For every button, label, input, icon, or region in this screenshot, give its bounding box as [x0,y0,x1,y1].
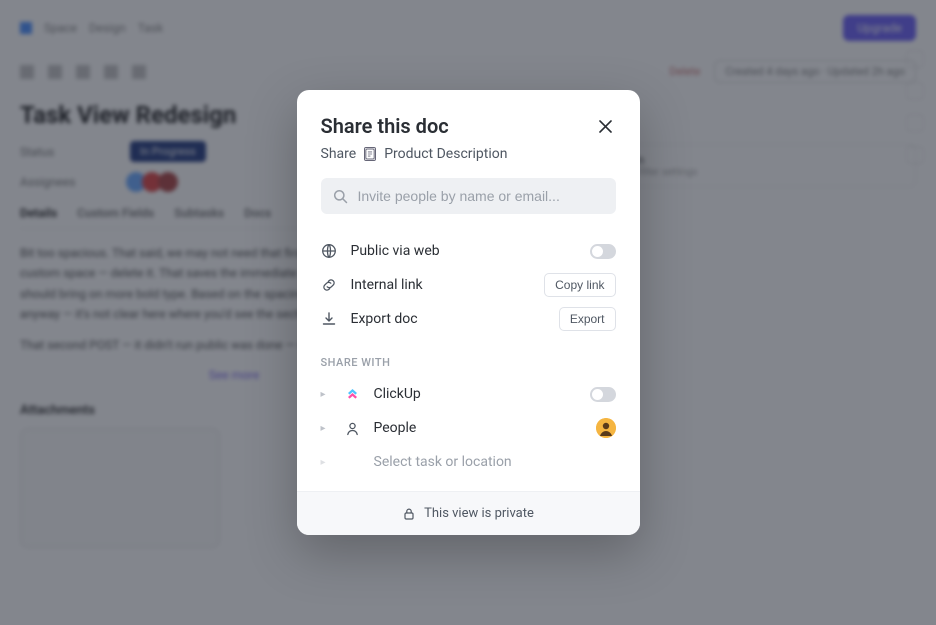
share-target-label: ClickUp [374,386,576,402]
globe-icon [321,243,337,259]
avatar [596,418,616,438]
close-button[interactable] [596,116,616,136]
clickup-toggle[interactable] [590,387,616,402]
share-with-heading: SHARE WITH [321,356,616,369]
share-target-people[interactable]: ▸ People [321,411,616,445]
export-doc-label: Export doc [351,311,545,327]
modal-footer: This view is private [297,491,640,535]
lock-icon [402,507,416,521]
modal-footer-text: This view is private [424,506,534,521]
clickup-icon [345,387,360,402]
modal-subtitle-prefix: Share [321,146,357,162]
modal-subtitle-doc: Product Description [384,146,507,162]
public-via-web-row: Public via web [321,234,616,268]
doc-icon [364,147,376,161]
invite-search[interactable] [321,178,616,214]
person-icon [345,421,360,436]
modal-overlay[interactable]: Share this doc Share Product Description… [0,0,936,625]
chevron-right-icon: ▸ [321,457,331,468]
link-icon [321,277,337,293]
modal-title: Share this doc [321,114,449,138]
select-task-placeholder: Select task or location [374,454,616,470]
public-via-web-label: Public via web [351,243,576,259]
internal-link-row: Internal link Copy link [321,268,616,302]
search-icon [333,189,348,204]
chevron-right-icon: ▸ [321,389,331,400]
download-icon [321,311,337,327]
export-doc-row: Export doc Export [321,302,616,336]
close-icon [599,120,612,133]
chevron-right-icon: ▸ [321,423,331,434]
share-target-label: People [374,420,582,436]
copy-link-button[interactable]: Copy link [544,273,615,297]
share-target-select[interactable]: ▸ Select task or location [321,445,616,479]
internal-link-label: Internal link [351,277,531,293]
invite-input[interactable] [358,188,604,204]
share-target-clickup[interactable]: ▸ ClickUp [321,377,616,411]
export-button[interactable]: Export [559,307,616,331]
share-modal: Share this doc Share Product Description… [297,90,640,535]
public-toggle[interactable] [590,244,616,259]
